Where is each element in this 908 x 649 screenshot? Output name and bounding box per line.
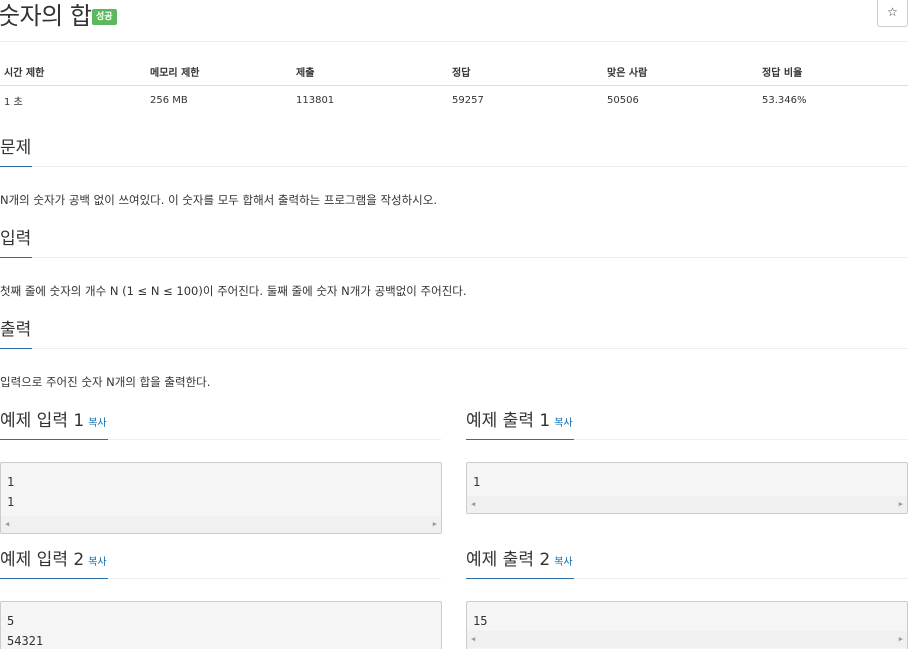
copy-sample-output-1-link[interactable]: 복사 [554, 418, 572, 429]
description-section-header: 문제 [0, 137, 908, 167]
header-accepted: 정답 [448, 59, 603, 86]
star-button[interactable]: ☆ [877, 0, 908, 27]
scroll-left-icon[interactable]: ◀ [471, 500, 475, 508]
input-title: 입력 [0, 228, 33, 258]
copy-sample-input-2-link[interactable]: 복사 [88, 557, 106, 568]
star-icon: ☆ [887, 5, 898, 19]
title-row: 숫자의 합 성공 ☆ [0, 0, 908, 42]
sample-output-1-header: 예제 출력 1 복사 [466, 410, 908, 440]
scroll-left-icon[interactable]: ◀ [5, 520, 9, 528]
input-text: 첫째 줄에 숫자의 개수 N (1 ≤ N ≤ 100)이 주어진다. 둘째 줄… [0, 284, 467, 298]
header-time-limit: 시간 제한 [0, 59, 146, 86]
scroll-right-icon[interactable]: ▶ [899, 500, 903, 508]
scroll-right-icon[interactable]: ▶ [433, 520, 437, 528]
accepted-value: 59257 [452, 94, 484, 106]
copy-sample-output-2-link[interactable]: 복사 [554, 557, 572, 568]
table-header-row: 시간 제한 메모리 제한 제출 정답 맞은 사람 정답 비율 [0, 59, 908, 86]
copy-sample-input-1-link[interactable]: 복사 [88, 418, 106, 429]
sample-input-2-box[interactable]: 5 54321 [0, 601, 442, 649]
header-solved-users: 맞은 사람 [603, 59, 758, 86]
sample-input-2-header: 예제 입력 2 복사 [0, 549, 441, 579]
sample-input-2-title: 예제 입력 2 복사 [0, 549, 108, 579]
solved-users-value: 50506 [607, 94, 639, 106]
horizontal-scrollbar[interactable]: ◀ ▶ [467, 496, 907, 513]
sample-output-1-code: 1 [473, 475, 481, 489]
output-title: 출력 [0, 319, 33, 349]
sample-input-1-box[interactable]: 1 1 ◀ ▶ [0, 462, 442, 534]
problem-info-table: 시간 제한 메모리 제한 제출 정답 맞은 사람 정답 비율 1 초 256 M… [0, 59, 908, 115]
sample-input-1-header: 예제 입력 1 복사 [0, 410, 441, 440]
input-section-header: 입력 [0, 228, 908, 258]
description-title: 문제 [0, 137, 33, 167]
sample-input-1-title: 예제 입력 1 복사 [0, 410, 108, 440]
description-text: N개의 숫자가 공백 없이 쓰여있다. 이 숫자를 모두 합해서 출력하는 프로… [0, 193, 438, 207]
sample-output-2-header: 예제 출력 2 복사 [466, 549, 908, 579]
status-badge: 성공 [92, 9, 117, 25]
sample-output-2-box[interactable]: 15 ◀ ▶ [466, 601, 908, 649]
sample-output-1-box[interactable]: 1 ◀ ▶ [466, 462, 908, 514]
scroll-left-icon[interactable]: ◀ [471, 635, 475, 643]
horizontal-scrollbar[interactable]: ◀ ▶ [467, 631, 907, 648]
sample-output-1-title: 예제 출력 1 복사 [466, 410, 574, 440]
time-limit-value: 1 초 [4, 96, 23, 108]
page-title: 숫자의 합 [0, 2, 92, 30]
output-section-header: 출력 [0, 319, 908, 349]
sample-output-2-title: 예제 출력 2 복사 [466, 549, 574, 579]
sample-input-1-code: 1 1 [7, 475, 15, 509]
horizontal-scrollbar[interactable]: ◀ ▶ [1, 516, 441, 533]
header-memory-limit: 메모리 제한 [146, 59, 292, 86]
sample-input-2-code: 5 54321 [7, 614, 44, 648]
table-row: 1 초 256 MB 113801 59257 50506 53.346% [0, 85, 908, 115]
header-accept-ratio: 정답 비율 [758, 59, 908, 86]
sample-output-2-code: 15 [473, 614, 488, 628]
accept-ratio-value: 53.346% [762, 94, 807, 106]
scroll-right-icon[interactable]: ▶ [899, 635, 903, 643]
memory-limit-value: 256 MB [150, 94, 188, 106]
header-submissions: 제출 [292, 59, 448, 86]
output-text: 입력으로 주어진 숫자 N개의 합을 출력한다. [0, 375, 211, 389]
submissions-value: 113801 [296, 94, 335, 106]
